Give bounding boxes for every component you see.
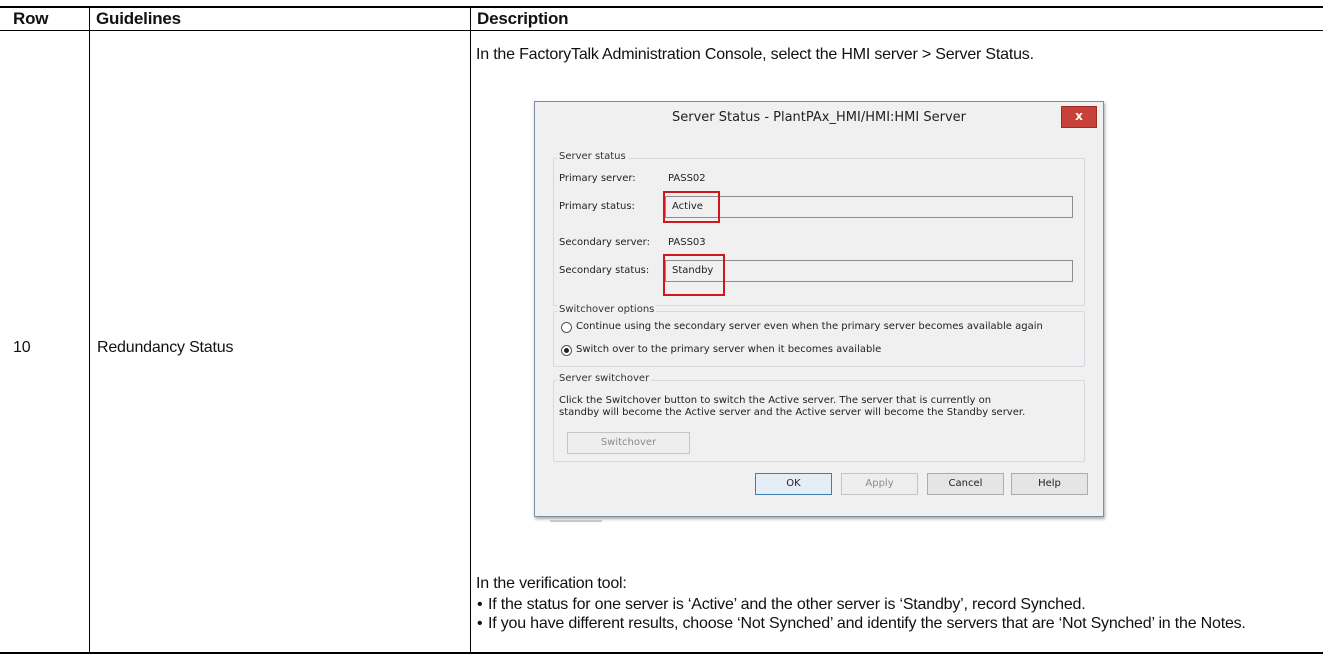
server-switchover-group-label: Server switchover xyxy=(557,373,652,384)
dialog-titlebar: Server Status - PlantPAx_HMI/HMI:HMI Ser… xyxy=(535,102,1103,134)
header-description: Description xyxy=(477,9,569,28)
header-bottom-rule xyxy=(0,30,1323,31)
secondary-status-label: Secondary status: xyxy=(559,265,650,276)
primary-server-label: Primary server: xyxy=(559,173,636,184)
server-status-dialog: Server Status - PlantPAx_HMI/HMI:HMI Ser… xyxy=(534,101,1104,517)
switchover-options-group-label: Switchover options xyxy=(557,304,657,315)
secondary-server-value: PASS03 xyxy=(668,237,706,248)
secondary-server-label: Secondary server: xyxy=(559,237,650,248)
primary-server-value: PASS02 xyxy=(668,173,706,184)
continue-secondary-label: Continue using the secondary server even… xyxy=(576,321,1043,332)
column-divider-1 xyxy=(89,8,90,654)
dialog-title: Server Status - PlantPAx_HMI/HMI:HMI Ser… xyxy=(672,110,966,125)
secondary-status-field: Standby xyxy=(665,260,1073,282)
apply-button[interactable]: Apply xyxy=(841,473,918,495)
bullet-item: • If you have different results, choose ‘… xyxy=(476,615,1316,633)
switchover-options-group xyxy=(553,311,1085,367)
verification-bullets: • If the status for one server is ‘Active… xyxy=(476,596,1316,634)
primary-status-label: Primary status: xyxy=(559,201,635,212)
dialog-shadow-remnant xyxy=(550,520,602,522)
verification-title: In the verification tool: xyxy=(476,575,627,592)
guidelines-table: Row Guidelines Description 10 Redundancy… xyxy=(0,0,1323,656)
switch-primary-label: Switch over to the primary server when i… xyxy=(576,344,882,355)
header-guidelines: Guidelines xyxy=(96,9,181,28)
ok-button[interactable]: OK xyxy=(755,473,832,495)
bullet-text: If you have different results, choose ‘N… xyxy=(488,615,1246,632)
cancel-button[interactable]: Cancel xyxy=(927,473,1004,495)
switchover-info-line1: Click the Switchover button to switch th… xyxy=(559,395,992,406)
help-button[interactable]: Help xyxy=(1011,473,1088,495)
row-number: 10 xyxy=(13,339,31,356)
bullet-dot: • xyxy=(477,596,483,613)
header-top-rule xyxy=(0,6,1323,8)
bullet-text: If the status for one server is ‘Active’… xyxy=(488,596,1086,613)
row-guideline: Redundancy Status xyxy=(97,339,234,356)
header-row: Row xyxy=(13,9,49,28)
continue-secondary-radio[interactable] xyxy=(561,322,572,333)
close-button[interactable]: x xyxy=(1061,106,1097,128)
primary-status-highlight xyxy=(663,191,720,223)
primary-status-field: Active xyxy=(665,196,1073,218)
bullet-dot: • xyxy=(477,615,483,632)
switch-primary-radio[interactable] xyxy=(561,345,572,356)
table-bottom-rule xyxy=(0,652,1323,654)
column-divider-2 xyxy=(470,8,471,654)
server-status-group-label: Server status xyxy=(557,151,628,162)
secondary-status-highlight xyxy=(663,254,725,296)
switchover-info-line2: standby will become the Active server an… xyxy=(559,407,1026,418)
description-intro: In the FactoryTalk Administration Consol… xyxy=(476,46,1034,63)
switchover-button[interactable]: Switchover xyxy=(567,432,690,454)
bullet-item: • If the status for one server is ‘Active… xyxy=(476,596,1316,614)
